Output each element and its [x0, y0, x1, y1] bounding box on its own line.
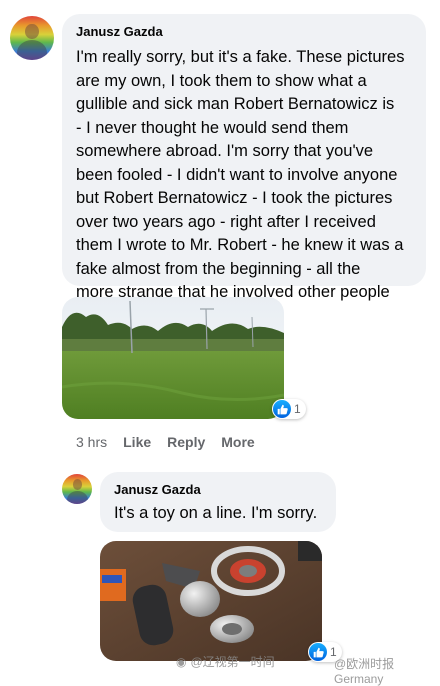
comment-line: been fooled - I didn't want to involve a…	[76, 165, 398, 184]
reaction-summary[interactable]: 1	[272, 399, 306, 419]
weibo-icon: ◉	[176, 654, 187, 669]
comment-line: fake almost from the beginning - all the	[76, 259, 361, 278]
comment-actions: 3 hrs Like Reply More	[76, 434, 271, 450]
watermark-right-text: @欧洲时报Germany	[334, 657, 395, 686]
comment-photo-field[interactable]	[62, 297, 284, 419]
comment-author[interactable]: Janusz Gazda	[76, 24, 163, 39]
watermark-right: @欧洲时报Germany	[334, 655, 440, 686]
avatar-head	[72, 479, 82, 490]
comment-line: but Robert Bernatowicz - I took the pict…	[76, 189, 393, 207]
comment-line: I'm really sorry, but it's a fake. These…	[76, 48, 405, 66]
avatar-head	[25, 23, 39, 39]
toy-photo-image	[100, 541, 322, 661]
comment-line: over two years ago - right after I recei…	[76, 212, 376, 231]
avatar[interactable]	[10, 16, 54, 60]
reply-photo-toy[interactable]	[100, 541, 322, 661]
avatar[interactable]	[62, 474, 92, 504]
reaction-count: 1	[294, 402, 301, 416]
comment-line: gullible and sick man Robert Bernatowicz…	[76, 95, 395, 113]
like-reaction-icon	[273, 400, 291, 418]
reply-text: It's a toy on a line. I'm sorry.	[114, 504, 318, 522]
more-button[interactable]: More	[221, 434, 254, 450]
like-reaction-icon	[309, 643, 327, 661]
avatar-shoulders	[66, 490, 88, 504]
comment-line: are my own, I took them to show what a	[76, 71, 367, 90]
comment-text: I'm really sorry, but it's a fake. These…	[76, 46, 404, 328]
comment-bubble: Janusz Gazda I'm really sorry, but it's …	[62, 14, 426, 325]
reply-bubble: Janusz Gazda It's a toy on a line. I'm s…	[100, 472, 336, 532]
avatar-shoulders	[16, 40, 48, 60]
comment-line: them I wrote to Mr. Robert - he knew it …	[76, 236, 404, 254]
comment-line: - I never thought he would send them	[76, 118, 349, 137]
field-photo-image	[62, 297, 284, 419]
reply-button[interactable]: Reply	[167, 434, 205, 450]
comment-timestamp[interactable]: 3 hrs	[76, 434, 107, 450]
watermark-left-text: @辽视第一时间	[190, 655, 275, 669]
comment-line: somewhere abroad. I'm sorry that you've	[76, 142, 374, 160]
watermark-left: ◉ @辽视第一时间	[176, 653, 275, 670]
like-button[interactable]: Like	[123, 434, 151, 450]
reply-author[interactable]: Janusz Gazda	[114, 482, 201, 497]
